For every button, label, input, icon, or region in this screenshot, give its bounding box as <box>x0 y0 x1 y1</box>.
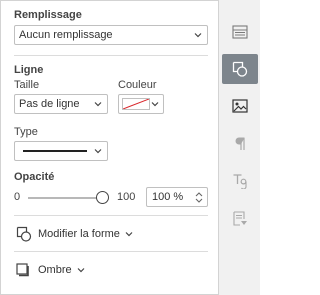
fill-type-value: Aucun remplissage <box>19 29 113 41</box>
spinner-arrows-icon[interactable] <box>194 190 204 205</box>
chevron-down-icon <box>76 265 86 275</box>
solid-line-preview-icon <box>23 150 87 152</box>
paragraph-settings-tab[interactable] <box>222 129 258 159</box>
line-color-picker[interactable] <box>118 94 164 114</box>
divider <box>14 215 208 216</box>
signature-settings-tab[interactable] <box>222 204 258 234</box>
text-art-settings-tab[interactable] <box>222 166 258 196</box>
shape-settings-tab[interactable] <box>222 54 258 84</box>
opacity-section-title: Opacité <box>14 171 55 183</box>
opacity-input[interactable]: 100 % <box>146 187 208 207</box>
shadow-label: Ombre <box>38 264 72 276</box>
line-size-value: Pas de ligne <box>19 98 80 110</box>
change-shape-label: Modifier la forme <box>38 228 120 240</box>
text-art-settings-icon <box>232 173 248 189</box>
change-shape-icon <box>16 226 32 242</box>
line-section-title: Ligne <box>14 64 44 76</box>
paragraph-settings-icon <box>234 137 246 151</box>
divider <box>14 55 208 56</box>
table-settings-tab[interactable] <box>222 17 258 47</box>
chevron-down-icon <box>150 99 160 109</box>
signature-settings-icon <box>232 211 248 227</box>
opacity-slider-track[interactable] <box>28 197 104 199</box>
opacity-min-label: 0 <box>14 191 21 203</box>
opacity-value: 100 % <box>152 191 184 203</box>
divider <box>14 251 208 252</box>
line-type-label: Type <box>14 126 38 138</box>
opacity-max-label: 100 <box>117 191 136 203</box>
change-shape-button[interactable]: Modifier la forme <box>16 226 134 242</box>
line-type-select[interactable] <box>14 141 108 161</box>
image-settings-tab[interactable] <box>222 91 258 121</box>
fill-section-title: Remplissage <box>14 9 82 21</box>
no-color-swatch-icon <box>122 98 150 110</box>
image-settings-icon <box>232 99 248 113</box>
shadow-toggle[interactable]: Ombre <box>16 263 86 277</box>
shape-settings-panel: Remplissage Aucun remplissage Ligne Tail… <box>0 0 218 295</box>
shape-settings-icon <box>232 61 248 77</box>
line-size-select[interactable]: Pas de ligne <box>14 94 108 114</box>
line-color-label: Couleur <box>118 79 157 91</box>
chevron-down-icon <box>124 229 134 239</box>
fill-type-select[interactable]: Aucun remplissage <box>14 25 208 45</box>
chevron-down-icon <box>93 146 103 156</box>
chevron-down-icon <box>193 30 203 40</box>
line-size-label: Taille <box>14 79 40 91</box>
opacity-slider-thumb[interactable] <box>96 191 109 204</box>
settings-rail <box>218 0 260 295</box>
shadow-icon <box>16 263 30 277</box>
table-settings-icon <box>232 25 248 39</box>
chevron-down-icon <box>93 99 103 109</box>
